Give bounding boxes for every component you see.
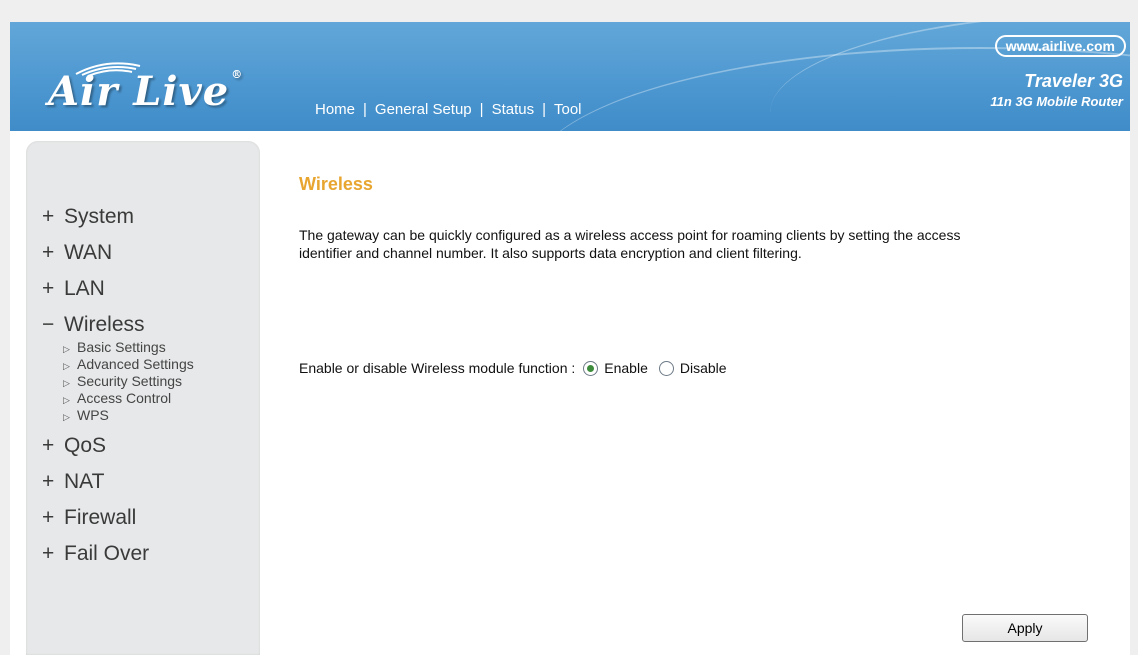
nav-tool[interactable]: Tool [554, 101, 582, 118]
main-content: Wireless The gateway can be quickly conf… [299, 174, 1099, 376]
page-title: Wireless [299, 174, 373, 194]
expand-icon: + [42, 506, 55, 529]
collapse-icon: − [42, 313, 55, 336]
airlive-logo: Air Live ® [48, 68, 243, 115]
apply-button[interactable]: Apply [962, 614, 1088, 642]
header-banner: Air Live ® Home | General Setup | Status … [10, 22, 1130, 131]
sidebar-item-label: NAT [64, 470, 105, 493]
logo-text: Air Live [48, 68, 230, 115]
page-description: The gateway can be quickly configured as… [299, 227, 961, 261]
triangle-right-icon: ▷ [63, 412, 70, 422]
option-label: Enable or disable Wireless module functi… [299, 360, 576, 376]
sidebar-item-firewall[interactable]: + Firewall [42, 500, 194, 536]
sidebar-item-system[interactable]: + System [42, 199, 194, 235]
sidebar-item-qos[interactable]: + QoS [42, 428, 194, 464]
submenu-wps[interactable]: ▷ WPS [63, 407, 194, 424]
sidebar-menu: + System + WAN + LAN − Wireless ▷ Basic Setti… [42, 199, 194, 572]
expand-icon: + [42, 470, 55, 493]
nav-general-setup[interactable]: General Setup [375, 101, 472, 118]
wireless-module-option: Enable or disable Wireless module functi… [299, 360, 727, 376]
nav-separator: | [479, 101, 484, 118]
nav-separator: | [363, 101, 367, 118]
submenu-access-control[interactable]: ▷ Access Control [63, 390, 194, 407]
submenu-label: WPS [77, 407, 109, 423]
nav-home[interactable]: Home [315, 101, 355, 118]
sidebar-item-label: Wireless [64, 313, 145, 336]
sidebar-item-label: System [64, 205, 135, 228]
expand-icon: + [42, 434, 55, 457]
sidebar-item-wan[interactable]: + WAN [42, 235, 194, 271]
sidebar-item-nat[interactable]: + NAT [42, 464, 194, 500]
sidebar-item-fail-over[interactable]: + Fail Over [42, 536, 194, 572]
submenu-label: Access Control [77, 390, 172, 406]
expand-icon: + [42, 241, 55, 264]
sidebar-item-wireless[interactable]: − Wireless [42, 307, 194, 343]
enable-radio[interactable] [583, 360, 599, 376]
brand-model: Traveler 3G [1024, 71, 1123, 91]
wireless-submenu: ▷ Basic Settings ▷ Advanced Settings ▷ Secu… [63, 339, 194, 424]
submenu-basic-settings[interactable]: ▷ Basic Settings [63, 339, 194, 356]
sidebar-item-label: Fail Over [64, 542, 150, 565]
sidebar-item-label: Firewall [64, 506, 137, 529]
sidebar-item-label: QoS [64, 434, 107, 457]
brand-subtitle: 11n 3G Mobile Router [990, 94, 1123, 109]
sidebar-item-label: WAN [64, 241, 113, 264]
enable-label: Enable [604, 360, 648, 376]
expand-icon: + [42, 542, 55, 565]
submenu-security-settings[interactable]: ▷ Security Settings [63, 373, 194, 390]
logo-registered-mark: ® [231, 68, 244, 81]
nav-separator: | [542, 101, 546, 118]
nav-status[interactable]: Status [492, 101, 535, 118]
submenu-label: Advanced Settings [77, 356, 194, 372]
page-frame: Air Live ® Home | General Setup | Status … [10, 22, 1130, 655]
expand-icon: + [42, 277, 55, 300]
disable-radio[interactable] [658, 360, 674, 376]
sidebar-item-label: LAN [64, 277, 105, 300]
submenu-label: Basic Settings [77, 339, 166, 355]
sidebar: + System + WAN + LAN − Wireless ▷ Basic Setti… [26, 141, 260, 655]
submenu-advanced-settings[interactable]: ▷ Advanced Settings [63, 356, 194, 373]
brand-url: www.airlive.com [994, 35, 1126, 57]
top-navigation: Home | General Setup | Status | Tool [315, 101, 582, 118]
sidebar-item-lan[interactable]: + LAN [42, 271, 194, 307]
disable-label: Disable [679, 360, 727, 376]
submenu-label: Security Settings [77, 373, 183, 389]
expand-icon: + [42, 205, 55, 228]
